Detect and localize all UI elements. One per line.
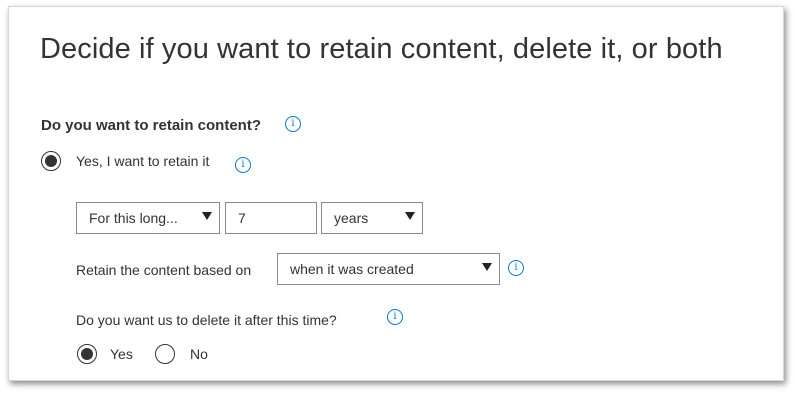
info-icon[interactable]: i xyxy=(285,116,301,132)
retain-based-on-value: when it was created xyxy=(290,261,414,277)
chevron-down-icon xyxy=(405,212,415,220)
retain-yes-radio[interactable] xyxy=(41,151,61,171)
duration-mode-dropdown[interactable]: For this long... xyxy=(76,202,220,234)
info-icon[interactable]: i xyxy=(235,157,251,173)
duration-unit-value: years xyxy=(334,210,369,226)
delete-after-question: Do you want us to delete it after this t… xyxy=(76,312,337,328)
retain-based-on-label: Retain the content based on xyxy=(76,262,252,278)
info-icon[interactable]: i xyxy=(387,309,403,325)
delete-yes-radio[interactable] xyxy=(77,344,97,364)
duration-unit-dropdown[interactable]: years xyxy=(321,202,423,234)
retain-content-question: Do you want to retain content? xyxy=(41,117,261,134)
radio-selected-dot xyxy=(81,348,93,360)
chevron-down-icon xyxy=(482,263,492,271)
delete-no-radio[interactable] xyxy=(155,344,175,364)
page-title: Decide if you want to retain content, de… xyxy=(40,33,723,65)
duration-mode-value: For this long... xyxy=(89,210,178,226)
duration-value-text: 7 xyxy=(238,210,246,226)
delete-no-label: No xyxy=(190,346,208,362)
duration-value-input[interactable]: 7 xyxy=(225,202,317,234)
radio-selected-dot xyxy=(45,155,57,167)
retention-settings-panel: Decide if you want to retain content, de… xyxy=(8,6,784,381)
info-icon[interactable]: i xyxy=(508,260,524,276)
retain-yes-label: Yes, I want to retain it xyxy=(76,153,210,169)
delete-yes-label: Yes xyxy=(110,346,133,362)
retain-based-on-dropdown[interactable]: when it was created xyxy=(277,253,500,285)
chevron-down-icon xyxy=(202,212,212,220)
